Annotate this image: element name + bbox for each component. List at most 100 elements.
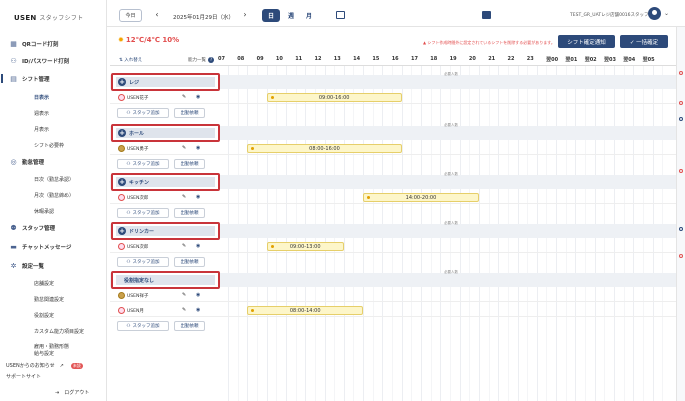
sidebar-sub-salary[interactable]: 給与設定 (34, 350, 54, 357)
hour-label: 21 (488, 56, 496, 62)
staff-name[interactable]: USEN次郎 (127, 244, 148, 250)
hour-label: 19 (449, 56, 457, 62)
sidebar-sub-daily[interactable]: 日次（勤怠承認） (34, 176, 74, 183)
sidebar: USEN スタッフシフト ▦ QRコード打刻 ⚇ ID/パスワード打刻 ▤ シフ… (0, 0, 107, 401)
sidebar-sub-month[interactable]: 月表示 (34, 126, 49, 133)
sidebar-item-qr[interactable]: ▦ QRコード打刻 (10, 40, 58, 48)
view-icon[interactable]: ◉ (196, 94, 200, 100)
edit-icon[interactable]: ✎ (182, 194, 186, 200)
edit-icon[interactable]: ✎ (182, 307, 186, 313)
sidebar-sub-custom[interactable]: カスタム能力項目設定 (34, 328, 84, 335)
add-staff-button[interactable]: ⚇ スタッフ追加 (117, 208, 169, 218)
edit-icon[interactable]: ✎ (182, 292, 186, 298)
staff-name[interactable]: USEN勇子 (127, 146, 148, 152)
hour-label: 10 (275, 56, 283, 62)
today-button[interactable]: 今日 (119, 9, 142, 22)
calendar-icon[interactable] (336, 11, 345, 19)
view-icon[interactable]: ◉ (196, 145, 200, 151)
sidebar-item-id-password[interactable]: ⚇ ID/パスワード打刻 (10, 57, 69, 65)
add-icon[interactable]: + (118, 129, 126, 137)
add-icon[interactable]: + (118, 78, 126, 86)
prev-day-button[interactable]: ‹ (151, 9, 163, 22)
help-icon: ? (208, 57, 214, 63)
add-icon[interactable]: + (118, 178, 126, 186)
hour-label: 翌00 (546, 57, 559, 63)
view-icon[interactable]: ◉ (196, 307, 200, 313)
staff-name[interactable]: USEN次郎 (127, 195, 148, 201)
sidebar-support[interactable]: サポートサイト (6, 373, 41, 380)
message-icon[interactable] (482, 11, 491, 19)
add-staff-button[interactable]: ⚇ スタッフ追加 (117, 159, 169, 169)
view-icon[interactable]: ◉ (196, 292, 200, 298)
role-group-header[interactable]: + レジ (111, 73, 220, 91)
external-link-icon: ↗ (59, 362, 64, 369)
sidebar-sub-leave[interactable]: 休暇承認 (34, 208, 54, 215)
sidebar-sub-monthly[interactable]: 月次（勤怠締め） (34, 192, 74, 199)
sidebar-news[interactable]: USENからのお知らせ ↗ 未読 (6, 362, 83, 369)
required-count-label: 必要人数 (444, 270, 458, 274)
request-attendance-button[interactable]: 出勤依頼 (174, 257, 205, 267)
shift-bar[interactable]: 14:00-20:00 (363, 193, 479, 202)
sidebar-sub-required[interactable]: シフト必要枠 (34, 142, 64, 149)
sidebar-sub-employment[interactable]: 雇用・勤務形態 (34, 343, 69, 350)
staff-name[interactable]: USEN月 (127, 308, 144, 314)
sidebar-sub-store[interactable]: 店舗設定 (34, 280, 54, 287)
add-staff-button[interactable]: ⚇ スタッフ追加 (117, 257, 169, 267)
request-attendance-button[interactable]: 出勤依頼 (174, 159, 205, 169)
role-group-name: ドリンカー (129, 228, 155, 235)
shift-bar[interactable]: 09:00-13:00 (266, 242, 344, 251)
tab-month[interactable]: 月 (301, 9, 317, 22)
chevron-down-icon[interactable]: ⌄ (664, 10, 669, 17)
tab-day[interactable]: 日 (262, 9, 280, 22)
shift-confirm-notify-button[interactable]: シフト確定通知 (558, 35, 615, 48)
request-attendance-button[interactable]: 出勤依頼 (174, 208, 205, 218)
ability-list-button[interactable]: 能力一覧? (188, 57, 214, 63)
bulk-confirm-button[interactable]: ✓ 一括確定 (620, 35, 668, 48)
add-staff-button[interactable]: ⚇ スタッフ追加 (117, 321, 169, 331)
view-icon[interactable]: ◉ (196, 194, 200, 200)
role-group-name: レジ (129, 79, 140, 86)
role-group-header[interactable]: + ホール (111, 124, 220, 142)
weather-info: ✹ 12℃/4℃ 10% (118, 36, 180, 44)
tab-week[interactable]: 週 (283, 9, 299, 22)
hour-label: 13 (333, 56, 341, 62)
user-avatar-icon[interactable] (648, 7, 661, 20)
sidebar-sub-week[interactable]: 週表示 (34, 110, 49, 117)
logout-link[interactable]: ⇥ ログアウト (55, 389, 89, 397)
shift-time: 09:00-16:00 (318, 94, 350, 101)
sidebar-item-shift[interactable]: ▤ シフト管理 (1, 74, 50, 83)
request-attendance-button[interactable]: 出勤依頼 (174, 321, 205, 331)
role-group-header[interactable]: 役割指定なし (111, 271, 220, 289)
sidebar-item-settings[interactable]: ✲ 設定一覧 (10, 262, 44, 270)
sidebar-sub-role[interactable]: 役割設定 (34, 312, 54, 319)
shift-bar[interactable]: 08:00-16:00 (247, 144, 402, 153)
shift-bar[interactable]: 09:00-16:00 (266, 93, 402, 102)
next-day-button[interactable]: › (239, 9, 251, 22)
sidebar-item-attendance[interactable]: ◎ 勤怠管理 (10, 158, 44, 166)
app-logo[interactable]: USEN スタッフシフト (14, 13, 83, 22)
view-icon[interactable]: ◉ (196, 243, 200, 249)
sidebar-sub-day[interactable]: 日表示 (34, 94, 49, 101)
shift-time: 08:00-16:00 (309, 145, 340, 152)
staff-name[interactable]: USEN祥子 (127, 293, 148, 299)
sidebar-item-staff[interactable]: ⚉ スタッフ管理 (10, 224, 55, 232)
required-count-label: 必要人数 (444, 72, 458, 76)
role-group-header[interactable]: + ドリンカー (111, 222, 220, 240)
sidebar-sub-attend-settings[interactable]: 勤怠関連設定 (34, 296, 64, 303)
edit-icon[interactable]: ✎ (182, 94, 186, 100)
sidebar-item-chat[interactable]: ▬ チャットメッセージ (10, 243, 71, 251)
calendar-icon: ▤ (10, 74, 17, 83)
staff-name[interactable]: USEN花子 (127, 95, 148, 101)
edit-icon[interactable]: ✎ (182, 145, 186, 151)
swap-button[interactable]: ⇅ 入れ替え (119, 57, 142, 63)
add-icon[interactable]: + (118, 227, 126, 235)
add-staff-button[interactable]: ⚇ スタッフ追加 (117, 108, 169, 118)
shift-bar[interactable]: 08:00-14:00 (247, 306, 364, 315)
chat-icon: ▬ (10, 242, 17, 251)
hour-label: 07 (218, 56, 225, 62)
edit-icon[interactable]: ✎ (182, 243, 186, 249)
warning-message[interactable]: ▲ シフト作成時間外に設定されているシフトを削除する必要があります。 (423, 40, 555, 46)
add-user-icon: ⚇ (126, 161, 131, 167)
request-attendance-button[interactable]: 出勤依頼 (174, 108, 205, 118)
role-group-header[interactable]: + キッチン (111, 173, 220, 191)
